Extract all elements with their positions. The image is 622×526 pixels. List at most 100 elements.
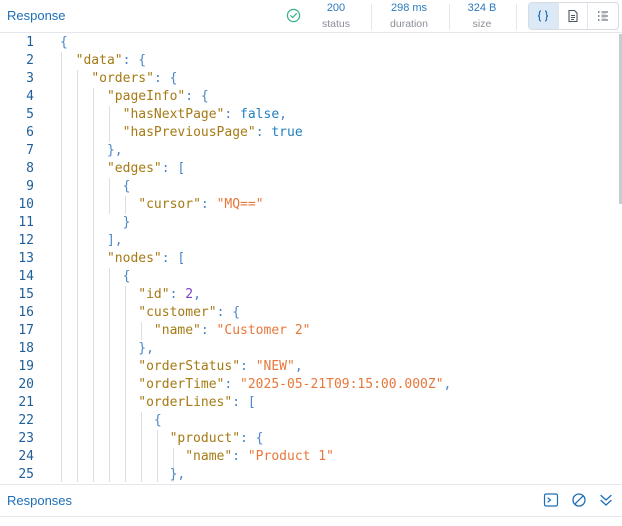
punct: { [122,179,131,194]
status-label: status [321,18,350,30]
console-icon[interactable] [543,492,559,508]
line-number: 19 [18,359,34,374]
response-header: Response 200 status 298 ms duration 324 … [0,0,622,33]
code-line: "product": { [60,430,451,448]
code-line: "nodes": [ [60,250,451,268]
punct: }, [169,467,186,482]
raw-view-button[interactable] [559,3,589,29]
json-key: "orderStatus" [138,359,241,374]
json-key: "name" [153,323,201,338]
punct: : { [185,89,209,104]
status-stat: 200 status [314,2,358,31]
line-number: 11 [18,215,34,230]
json-view-button[interactable] [529,3,559,29]
punct: : [200,323,217,338]
json-response-viewer[interactable]: 1 2 3 4 5 6 7 8 9 10 11 12 13 14 15 16 1… [0,34,622,482]
punct: , [294,359,303,374]
line-number: 10 [18,197,34,212]
punct: , [193,287,201,302]
punct: }, [106,143,123,158]
json-string: "MQ==" [216,197,264,212]
json-key: "orderLines" [138,395,233,410]
duration-label: duration [390,18,428,30]
json-number: 2 [185,287,194,302]
punct: : [224,107,241,122]
code-line: "name": "Product 1" [60,448,451,466]
line-number: 20 [18,377,34,392]
line-number: 18 [18,341,34,356]
punct: : [240,359,256,374]
code-line: "id": 2, [60,286,451,304]
punct: { [153,413,162,428]
punct: } [122,215,131,230]
line-number: 3 [26,71,34,86]
line-number: 16 [18,305,34,320]
json-key: "nodes" [106,251,162,266]
code-lines: { "data": { "orders": { "pageInfo": { "h… [60,34,451,482]
responses-footer: Responses [0,484,622,516]
view-mode-toggle [528,2,619,30]
punct: : { [216,305,241,320]
json-string: "NEW" [255,359,295,374]
punct: }, [138,341,154,356]
duration-stat: 298 ms duration [381,2,437,31]
code-line: }, [60,340,451,358]
punct: : [200,197,217,212]
line-number: 7 [26,143,34,158]
json-key: "id" [138,287,170,302]
panel-title: Response [7,8,66,23]
punct: ], [106,233,123,248]
list-icon [598,11,609,21]
json-key: "orders" [91,71,154,86]
clear-icon[interactable] [571,492,587,508]
line-number: 15 [18,287,34,302]
json-key: "orderTime" [138,377,225,392]
line-number: 2 [26,53,34,68]
stat-divider [516,4,517,30]
punct: : [169,287,186,302]
code-line: "hasPreviousPage": true [60,124,451,142]
code-line: "customer": { [60,304,451,322]
code-line: "data": { [60,52,451,70]
stat-divider [449,4,450,30]
code-line: { [60,412,451,430]
braces-icon [538,10,549,22]
line-number: 24 [18,449,34,464]
line-number: 25 [18,467,34,482]
code-line: ], [60,232,451,250]
check-circle-icon [286,8,301,23]
punct: : [255,125,272,140]
footer-title: Responses [7,493,73,508]
code-line: "pageInfo": { [60,88,451,106]
json-key: "cursor" [138,197,201,212]
json-boolean: false [240,107,280,122]
punct: : [232,449,248,464]
code-line: "edges": [ [60,160,451,178]
line-number: 4 [26,89,34,104]
code-line: }, [60,142,451,160]
document-icon [568,9,578,23]
table-view-button[interactable] [588,3,618,29]
code-line: "orderTime": "2025-05-21T09:15:00.000Z", [60,376,451,394]
punct: : { [153,71,178,86]
punct: : [ [161,161,186,176]
line-number: 17 [18,323,34,338]
line-number: 23 [18,431,34,446]
punct: : { [240,431,264,446]
line-number: 5 [26,107,34,122]
json-key: "hasPreviousPage" [122,125,256,140]
punct: : [ [161,251,186,266]
punct: : [ [232,395,256,410]
status-value: 200 [326,2,346,14]
code-line: { [60,178,451,196]
code-line: "orders": { [60,70,451,88]
punct: { [122,269,131,284]
json-key: "customer" [138,305,217,320]
stat-divider [371,4,372,30]
line-number: 1 [26,35,34,50]
code-line: "cursor": "MQ==" [60,196,451,214]
bottom-toolbar-edge [0,516,622,526]
json-boolean: true [271,125,303,140]
json-key: "name" [185,449,233,464]
chevron-double-down-icon[interactable] [598,492,614,508]
